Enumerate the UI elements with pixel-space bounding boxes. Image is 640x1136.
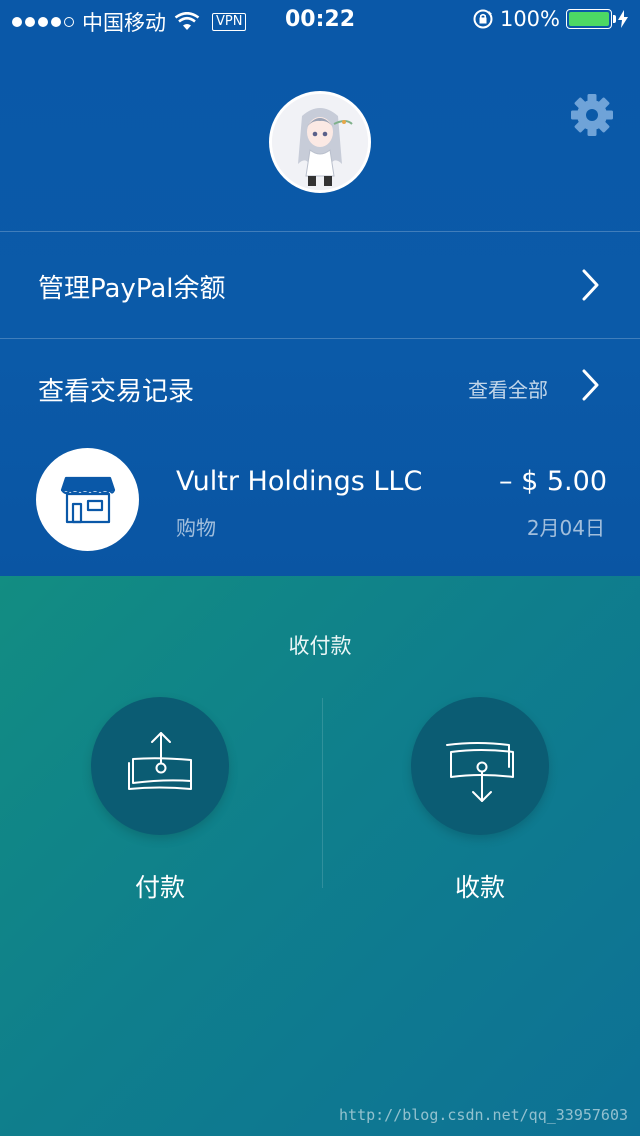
send-money-icon: [128, 732, 192, 790]
orientation-lock-icon: [473, 9, 493, 29]
status-bar: 中国移动 VPN 00:22 100%: [0, 0, 640, 40]
merchant-logo: [36, 448, 139, 551]
merchant-name: Vultr Holdings LLC: [176, 466, 423, 497]
chevron-right-icon: [582, 269, 599, 301]
payments-title: 收付款: [288, 634, 352, 658]
request-money-button[interactable]: [411, 697, 549, 835]
watermark: http://blog.csdn.net/qq_33957603: [339, 1106, 628, 1124]
send-money-label[interactable]: 付款: [80, 868, 240, 904]
request-money-label[interactable]: 收款: [400, 868, 560, 904]
payments-panel: 收付款 付款 收款 http://blog.csdn.net/qq_339576…: [0, 576, 640, 1136]
user-avatar[interactable]: [269, 91, 371, 193]
payments-divider: [322, 698, 323, 888]
avatar-image: [272, 94, 368, 190]
manage-balance-label: 管理PayPal余额: [38, 274, 226, 304]
store-icon: [60, 476, 116, 524]
battery-icon: [566, 9, 616, 29]
chevron-right-icon: [582, 369, 599, 401]
send-money-button[interactable]: [91, 697, 229, 835]
manage-balance-row[interactable]: 管理PayPal余额: [0, 232, 640, 338]
see-all-link[interactable]: 查看全部: [468, 374, 548, 403]
transaction-history-label: 查看交易记录: [38, 377, 195, 407]
account-panel: 中国移动 VPN 00:22 100% 管理PayPal余额 查看交易记录 查看…: [0, 0, 640, 576]
battery-percent: 100%: [499, 7, 560, 31]
paypal-home-screen: 中国移动 VPN 00:22 100% 管理PayPal余额 查看交易记录 查看…: [0, 0, 640, 1136]
transaction-amount: – $ 5.00: [499, 466, 607, 497]
charging-icon: [618, 10, 628, 28]
gear-icon[interactable]: [570, 93, 614, 137]
transaction-date: 2月04日: [526, 516, 605, 540]
request-money-icon: [446, 742, 514, 802]
status-right: 100%: [472, 7, 628, 31]
transaction-category: 购物: [176, 516, 216, 540]
